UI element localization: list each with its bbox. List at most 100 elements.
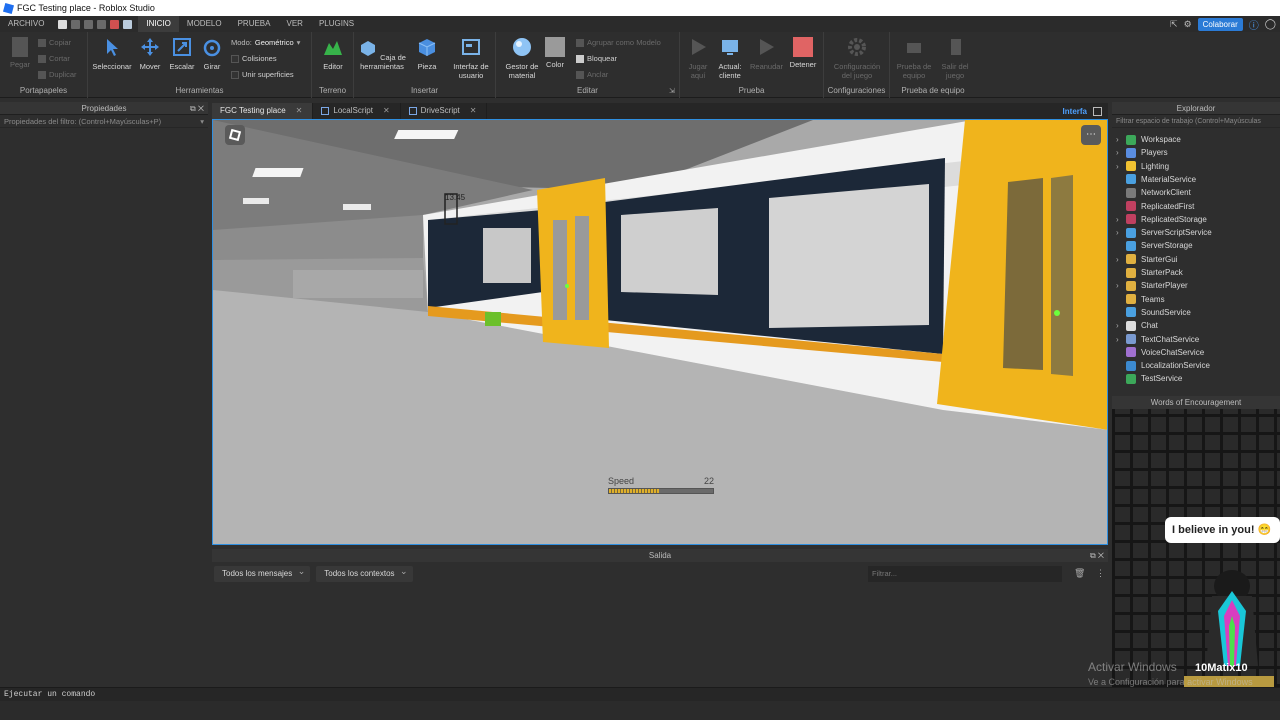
contexts-dropdown[interactable]: Todos los contextos bbox=[316, 563, 413, 582]
explorer-item[interactable]: ReplicatedFirst bbox=[1116, 200, 1194, 213]
collaborate-button[interactable]: Colaborar bbox=[1197, 18, 1243, 31]
explorer-item[interactable]: › ReplicatedStorage bbox=[1116, 213, 1207, 226]
expand-arrow-icon[interactable]: › bbox=[1116, 255, 1126, 264]
expand-arrow-icon[interactable]: › bbox=[1116, 215, 1126, 224]
color-button[interactable]: Color bbox=[544, 37, 566, 69]
current-client-button[interactable]: Actual: cliente bbox=[714, 37, 746, 80]
rotate-tool[interactable]: Girar bbox=[198, 37, 226, 71]
explorer-item[interactable]: VoiceChatService bbox=[1116, 346, 1204, 359]
explorer-item[interactable]: › Players bbox=[1116, 146, 1168, 159]
file-menu[interactable]: ARCHIVO bbox=[0, 16, 52, 32]
explorer-item[interactable]: › TextChatService bbox=[1116, 333, 1199, 346]
scale-tool[interactable]: Escalar bbox=[168, 37, 196, 71]
explorer-item[interactable]: SoundService bbox=[1116, 306, 1191, 319]
service-icon bbox=[1126, 174, 1136, 185]
game-settings-button[interactable]: Configuración del juego bbox=[832, 37, 882, 80]
stop-icon[interactable] bbox=[110, 19, 120, 29]
share-icon[interactable]: ⇱ bbox=[1170, 19, 1178, 30]
explorer-item[interactable]: Teams bbox=[1116, 293, 1165, 306]
anchor-button[interactable]: Anclar bbox=[576, 70, 608, 79]
command-bar[interactable]: Ejecutar un comando bbox=[0, 687, 1280, 701]
join-surfaces-toggle[interactable]: Unir superficies bbox=[231, 70, 294, 79]
explorer-item[interactable]: › StarterGui bbox=[1116, 253, 1177, 266]
messages-dropdown[interactable]: Todos los mensajes bbox=[214, 563, 311, 582]
toolbox-button[interactable]: Caja de herramientas bbox=[358, 37, 406, 71]
group-as-model-button[interactable]: Agrupar como Modelo bbox=[576, 38, 661, 47]
notification-icon[interactable]: ⚙ bbox=[1184, 19, 1192, 30]
play-here-button[interactable]: Jugar aquí bbox=[684, 37, 712, 80]
explorer-item[interactable]: StarterPack bbox=[1116, 266, 1183, 279]
tab-plugins[interactable]: PLUGINS bbox=[311, 16, 362, 32]
tab-drivescript[interactable]: DriveScript ✕ bbox=[401, 103, 488, 119]
chat-menu-button[interactable]: ⋯ bbox=[1081, 125, 1101, 145]
close-icon[interactable]: ✕ bbox=[470, 103, 477, 119]
panel-controls[interactable]: ⧉ ✕ bbox=[190, 102, 204, 115]
lock-button[interactable]: Bloquear bbox=[576, 54, 617, 63]
close-icon[interactable]: ✕ bbox=[296, 103, 303, 119]
maximize-icon[interactable] bbox=[1093, 106, 1102, 116]
game-viewport[interactable]: 13.45 ⋯ Speed 22 bbox=[212, 119, 1108, 545]
tab-modelo[interactable]: MODELO bbox=[179, 16, 230, 32]
explorer-item[interactable]: › Chat bbox=[1116, 319, 1158, 332]
undo-icon[interactable] bbox=[71, 19, 81, 29]
terrain-editor-button[interactable]: Editor bbox=[318, 37, 348, 71]
explorer-item[interactable]: › Lighting bbox=[1116, 160, 1169, 173]
explorer-filter[interactable]: Filtrar espacio de trabajo (Control+Mayú… bbox=[1112, 115, 1280, 128]
explorer-item[interactable]: › ServerScriptService bbox=[1116, 226, 1212, 239]
panel-controls[interactable]: ⧉ ✕ bbox=[1090, 549, 1104, 562]
ui-button[interactable]: Interfaz de usuario bbox=[450, 37, 492, 80]
cut-button[interactable]: Cortar bbox=[38, 54, 70, 63]
explorer-item[interactable]: › Workspace bbox=[1116, 133, 1181, 146]
chevron-down-icon[interactable]: ▾ bbox=[200, 115, 204, 128]
explorer-item[interactable]: › StarterPlayer bbox=[1116, 279, 1188, 292]
expand-arrow-icon[interactable]: › bbox=[1116, 148, 1126, 157]
output-filters: Todos los mensajes Todos los contextos F… bbox=[212, 563, 1108, 582]
explorer-item-label: ReplicatedStorage bbox=[1141, 214, 1207, 224]
team-test-button[interactable]: Prueba de equipo bbox=[894, 37, 934, 80]
move-tool[interactable]: Mover bbox=[136, 37, 164, 71]
exit-game-button[interactable]: Salir del juego bbox=[938, 37, 972, 80]
output-filter-input[interactable]: Filtrar... bbox=[868, 566, 1062, 582]
group-portapapeles: Pegar Copiar Cortar Duplicar Portapapele… bbox=[0, 32, 88, 98]
expand-arrow-icon[interactable]: › bbox=[1116, 228, 1126, 237]
tab-localscript[interactable]: LocalScript ✕ bbox=[313, 103, 401, 119]
collisions-toggle[interactable]: Colisiones bbox=[231, 54, 277, 63]
redo-icon[interactable] bbox=[84, 19, 94, 29]
expand-arrow-icon[interactable]: › bbox=[1116, 281, 1126, 290]
more-icon[interactable]: ⋮ bbox=[1096, 568, 1105, 579]
tab-fgc-testing-place[interactable]: FGC Testing place ✕ bbox=[212, 103, 314, 119]
close-icon[interactable]: ✕ bbox=[383, 103, 390, 119]
select-tool[interactable]: Seleccionar bbox=[92, 37, 132, 71]
tab-prueba[interactable]: PRUEBA bbox=[230, 16, 279, 32]
properties-filter[interactable]: Propiedades del filtro: (Control+Mayúscu… bbox=[0, 115, 208, 128]
user-icon[interactable]: ◯ bbox=[1265, 19, 1276, 30]
trash-icon[interactable]: 🗑 bbox=[1074, 568, 1085, 579]
material-manager-button[interactable]: Gestor de material bbox=[502, 37, 542, 80]
explorer-item[interactable]: MaterialService bbox=[1116, 173, 1196, 186]
roblox-logo-button[interactable] bbox=[225, 125, 245, 145]
resume-button[interactable]: Reanudar bbox=[750, 37, 783, 71]
part-button[interactable]: Pieza bbox=[412, 37, 442, 71]
command-input[interactable]: Ejecutar un comando bbox=[4, 690, 95, 699]
expand-arrow-icon[interactable]: › bbox=[1116, 321, 1126, 330]
explorer-item[interactable]: LocalizationService bbox=[1116, 359, 1210, 372]
duplicate-button[interactable]: Duplicar bbox=[38, 70, 77, 79]
explorer-item[interactable]: ServerStorage bbox=[1116, 239, 1193, 252]
tab-inicio[interactable]: INICIO bbox=[138, 16, 179, 32]
new-file-icon[interactable] bbox=[58, 19, 68, 29]
ribbon-expand-icon[interactable]: ⇲ bbox=[669, 87, 675, 95]
explorer-item[interactable]: NetworkClient bbox=[1116, 186, 1191, 199]
play-icon[interactable] bbox=[97, 19, 107, 29]
expand-arrow-icon[interactable]: › bbox=[1116, 162, 1126, 171]
interface-toggle[interactable]: Interfa bbox=[1063, 107, 1087, 116]
stop-button[interactable]: Detener bbox=[786, 37, 820, 69]
paste-button[interactable]: Pegar bbox=[6, 37, 34, 69]
binoculars-icon[interactable] bbox=[123, 19, 133, 29]
expand-arrow-icon[interactable]: › bbox=[1116, 335, 1126, 344]
tab-ver[interactable]: VER bbox=[278, 16, 310, 32]
help-icon[interactable]: ⓘ bbox=[1249, 17, 1259, 32]
copy-button[interactable]: Copiar bbox=[38, 38, 71, 47]
explorer-item[interactable]: TestService bbox=[1116, 372, 1182, 385]
mode-selector[interactable]: Modo: Geométrico ▾ bbox=[231, 38, 300, 47]
expand-arrow-icon[interactable]: › bbox=[1116, 135, 1126, 144]
